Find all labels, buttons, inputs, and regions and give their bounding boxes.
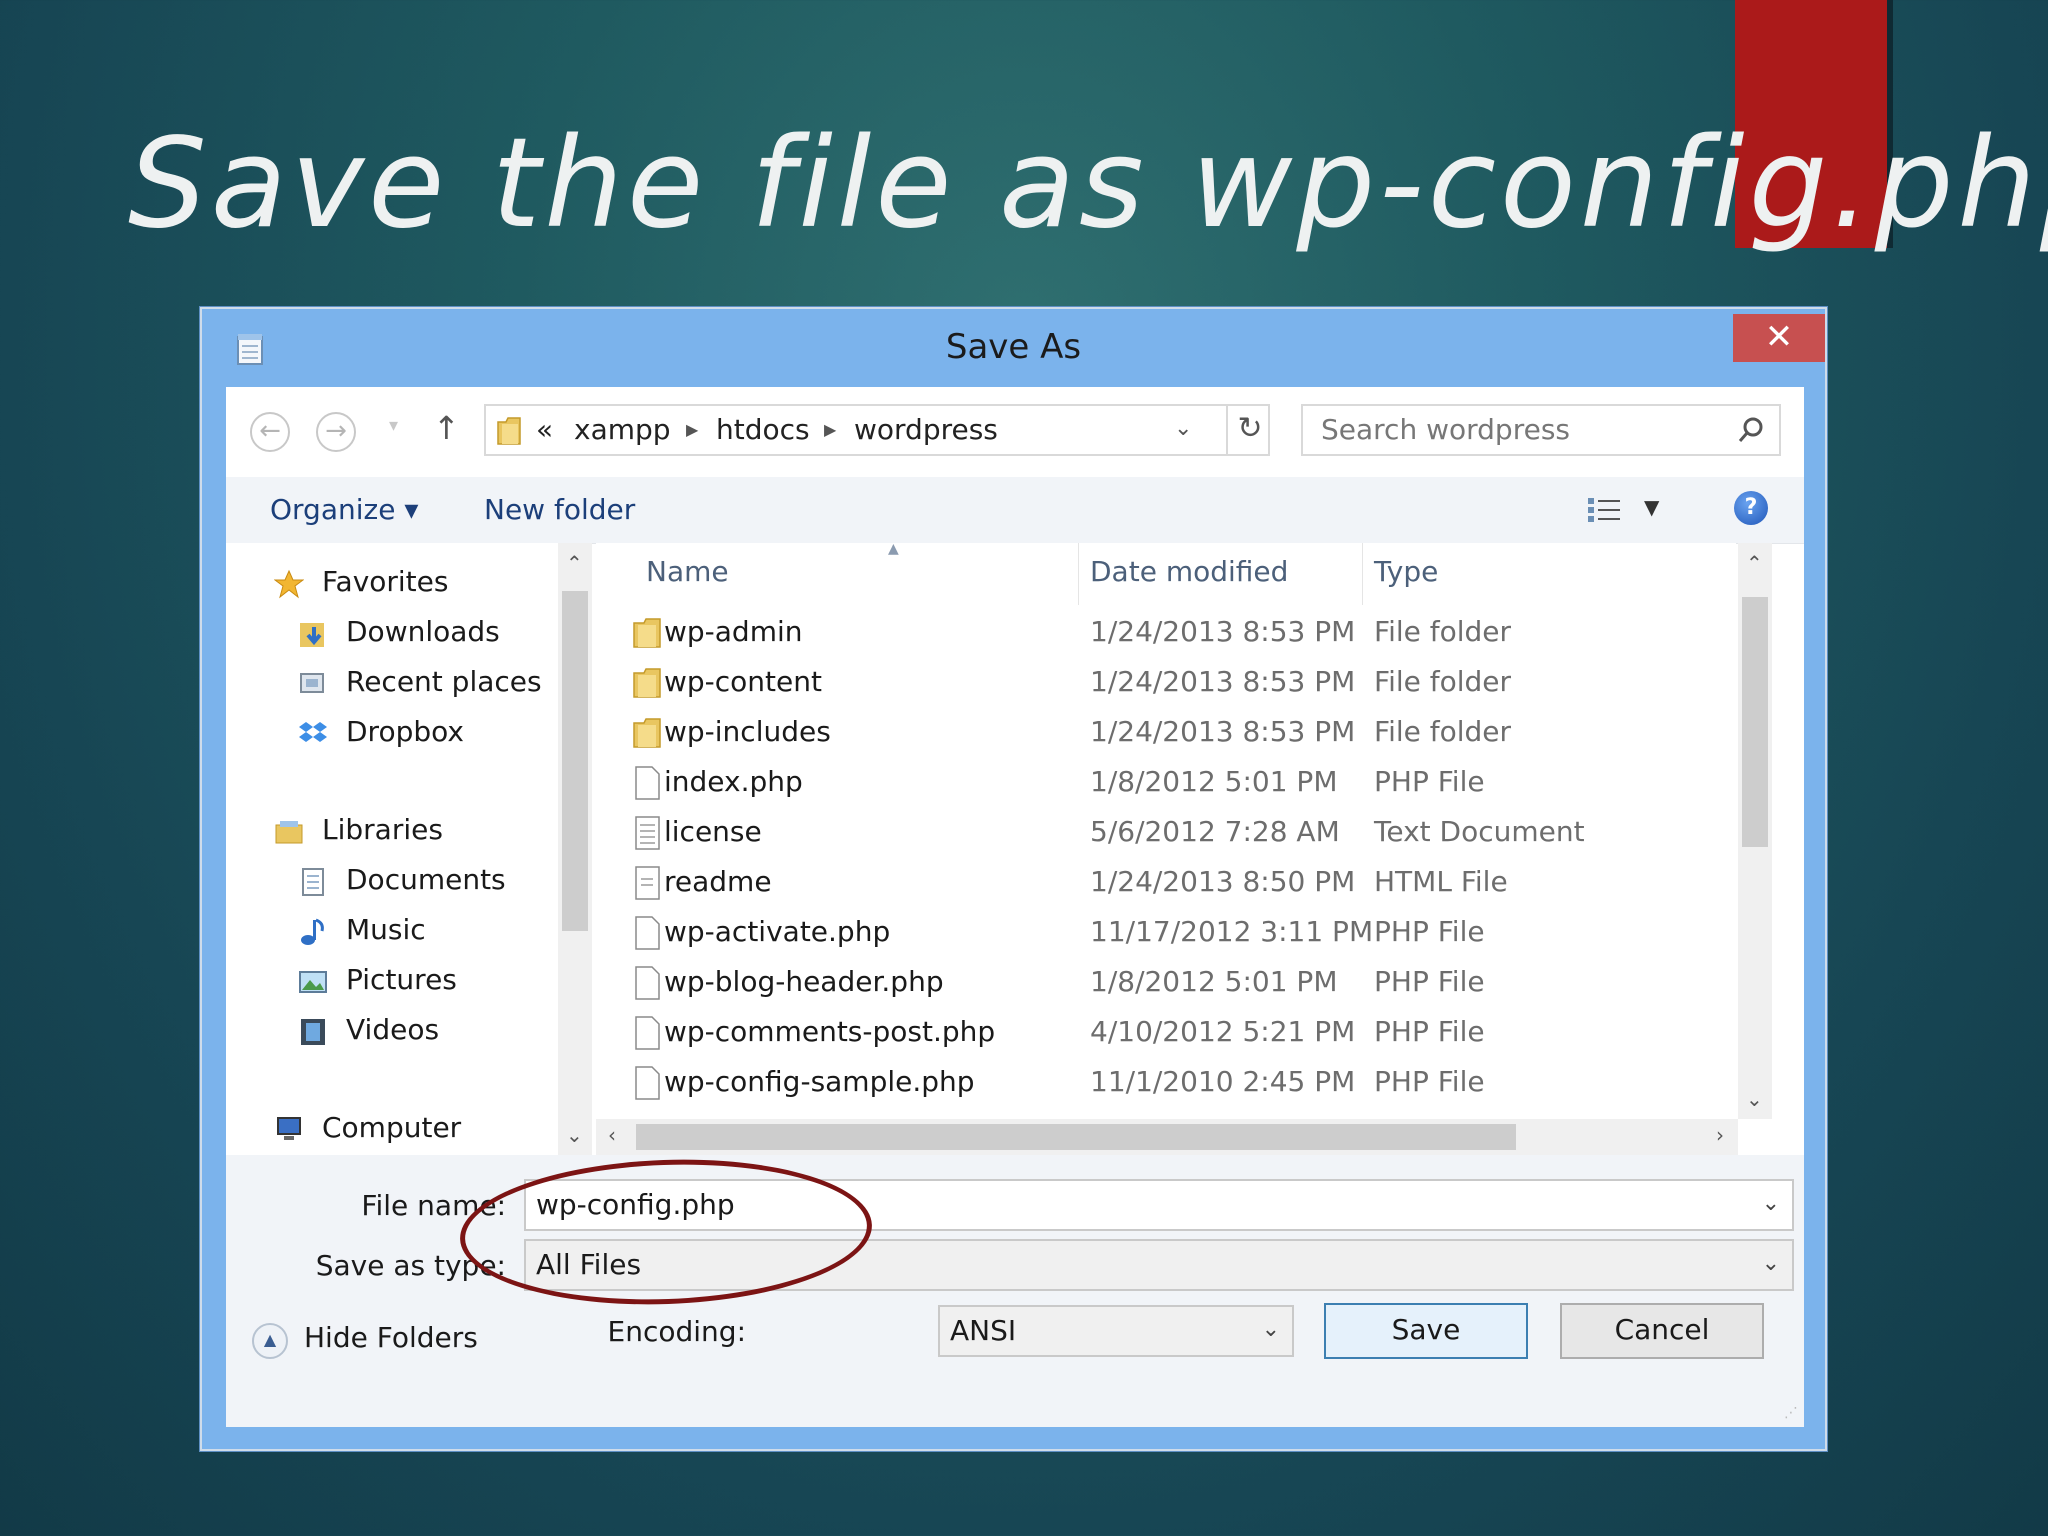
new-folder-button[interactable]: New folder	[484, 493, 635, 526]
refresh-icon[interactable]: ↻	[1226, 406, 1272, 454]
html-file-icon	[635, 866, 660, 900]
file-row[interactable]: wp-content 1/24/2013 8:53 PM File folder	[596, 659, 1736, 709]
encoding-label: Encoding:	[607, 1315, 746, 1348]
file-row[interactable]: index.php 1/8/2012 5:01 PM PHP File	[596, 759, 1736, 809]
chevron-down-icon[interactable]: ⌄	[1262, 1317, 1280, 1342]
scroll-up-icon[interactable]: ⌃	[566, 551, 583, 575]
encoding-value: ANSI	[950, 1314, 1017, 1347]
encoding-select[interactable]: ANSI ⌄	[938, 1305, 1294, 1357]
resize-grip-icon[interactable]: ⋰	[1784, 1405, 1798, 1421]
chevron-down-icon[interactable]: ⌄	[1762, 1251, 1780, 1276]
documents-icon	[302, 868, 324, 896]
file-list-vertical-scrollbar[interactable]: ⌃ ⌄	[1738, 543, 1772, 1119]
save-as-dialog: Save As ✕ ← → ▾ ↑ « xampp ▶ htdocs ▶ wor…	[200, 307, 1827, 1451]
file-list: ▲ Name Date modified Type wp-admin 1/24/…	[596, 543, 1736, 1155]
save-button[interactable]: Save	[1324, 1303, 1528, 1359]
scroll-right-icon[interactable]: ›	[1716, 1123, 1724, 1147]
scroll-down-icon[interactable]: ⌄	[566, 1123, 583, 1147]
text-file-icon	[635, 816, 660, 850]
column-divider[interactable]	[1362, 543, 1363, 605]
file-row[interactable]: license 5/6/2012 7:28 AM Text Document	[596, 809, 1736, 859]
column-header-type[interactable]: Type	[1374, 543, 1438, 605]
libraries-icon	[275, 821, 303, 844]
help-icon[interactable]: ?	[1734, 491, 1768, 525]
breadcrumb-overflow[interactable]: «	[536, 413, 553, 446]
scroll-left-icon[interactable]: ‹	[608, 1123, 616, 1147]
dropbox-icon	[299, 722, 327, 742]
close-button[interactable]: ✕	[1733, 314, 1825, 362]
file-row[interactable]: wp-config-sample.php 11/1/2010 2:45 PM P…	[596, 1059, 1736, 1109]
view-options-icon[interactable]	[1586, 495, 1626, 525]
column-header-date-modified[interactable]: Date modified	[1090, 543, 1288, 605]
scroll-thumb[interactable]	[562, 591, 588, 931]
column-header-name[interactable]: Name	[646, 543, 729, 605]
breadcrumb-arrow-icon[interactable]: ▶	[824, 420, 836, 439]
file-row[interactable]: wp-includes 1/24/2013 8:53 PM File folde…	[596, 709, 1736, 759]
search-input[interactable]: Search wordpress	[1301, 404, 1781, 456]
chevron-up-icon: ▲	[252, 1323, 288, 1359]
breadcrumb-wordpress[interactable]: wordpress	[854, 413, 998, 446]
column-divider[interactable]	[1078, 543, 1079, 605]
navigation-pane-scrollbar[interactable]: ⌃ ⌄	[558, 543, 592, 1155]
search-icon[interactable]	[1737, 416, 1765, 444]
dialog-client-area: ← → ▾ ↑ « xampp ▶ htdocs ▶ wordpress ⌄ ↻…	[226, 387, 1804, 1427]
command-toolbar: Organize ▾ New folder ▼ ?	[226, 477, 1804, 544]
file-list-horizontal-scrollbar[interactable]: ‹ ›	[596, 1119, 1738, 1155]
navigation-pane: Favorites Downloads Recent places Dropbo…	[226, 543, 558, 1155]
file-row[interactable]: wp-activate.php 11/17/2012 3:11 PM PHP F…	[596, 909, 1736, 959]
cancel-button[interactable]: Cancel	[1560, 1303, 1764, 1359]
scroll-down-icon[interactable]: ⌄	[1746, 1087, 1763, 1111]
downloads-folder-icon	[300, 623, 324, 647]
chevron-down-icon[interactable]: ⌄	[1762, 1191, 1780, 1216]
file-row[interactable]: readme 1/24/2013 8:50 PM HTML File	[596, 859, 1736, 909]
pictures-icon	[299, 971, 327, 993]
sort-ascending-icon: ▲	[888, 543, 899, 557]
file-row[interactable]: wp-blog-header.php 1/8/2012 5:01 PM PHP …	[596, 959, 1736, 1009]
file-icon	[635, 1066, 660, 1100]
star-icon	[274, 569, 304, 599]
file-icon	[635, 766, 660, 800]
recent-locations-chevron-icon[interactable]: ▾	[389, 415, 398, 436]
scroll-up-icon[interactable]: ⌃	[1746, 551, 1763, 575]
recent-places-icon	[300, 673, 324, 693]
up-button[interactable]: ↑	[433, 409, 460, 447]
file-icon	[635, 1016, 660, 1050]
forward-button[interactable]: →	[316, 412, 356, 452]
file-icon	[635, 966, 660, 1000]
address-dropdown-icon[interactable]: ⌄	[1174, 416, 1192, 441]
videos-icon	[301, 1019, 325, 1045]
breadcrumb-htdocs[interactable]: htdocs	[716, 413, 810, 446]
scroll-thumb[interactable]	[1742, 597, 1768, 847]
view-dropdown-icon[interactable]: ▼	[1644, 495, 1659, 519]
folder-icon	[633, 618, 661, 648]
file-icon	[635, 916, 660, 950]
dialog-titlebar: Save As ✕	[202, 309, 1825, 387]
folder-icon	[633, 718, 661, 748]
folder-icon	[633, 668, 661, 698]
search-placeholder: Search wordpress	[1321, 413, 1570, 446]
navigation-bar: ← → ▾ ↑ « xampp ▶ htdocs ▶ wordpress ⌄ ↻…	[226, 387, 1804, 477]
scroll-thumb[interactable]	[636, 1124, 1516, 1150]
slide-title: Save the file as wp-config.php	[128, 112, 2048, 256]
folder-icon	[497, 417, 521, 445]
breadcrumb-arrow-icon[interactable]: ▶	[686, 420, 698, 439]
address-bar[interactable]: « xampp ▶ htdocs ▶ wordpress ⌄ ↻	[484, 404, 1270, 456]
save-form-area: File name: wp-config.php ⌄ Save as type:…	[226, 1155, 1804, 1427]
file-row[interactable]: wp-comments-post.php 4/10/2012 5:21 PM P…	[596, 1009, 1736, 1059]
file-row[interactable]: wp-admin 1/24/2013 8:53 PM File folder	[596, 609, 1736, 659]
music-icon	[301, 918, 324, 945]
dialog-title: Save As	[945, 327, 1082, 367]
back-button[interactable]: ←	[250, 412, 290, 452]
computer-icon	[277, 1117, 301, 1140]
organize-menu[interactable]: Organize ▾	[270, 493, 418, 526]
breadcrumb-xampp[interactable]: xampp	[574, 413, 671, 446]
